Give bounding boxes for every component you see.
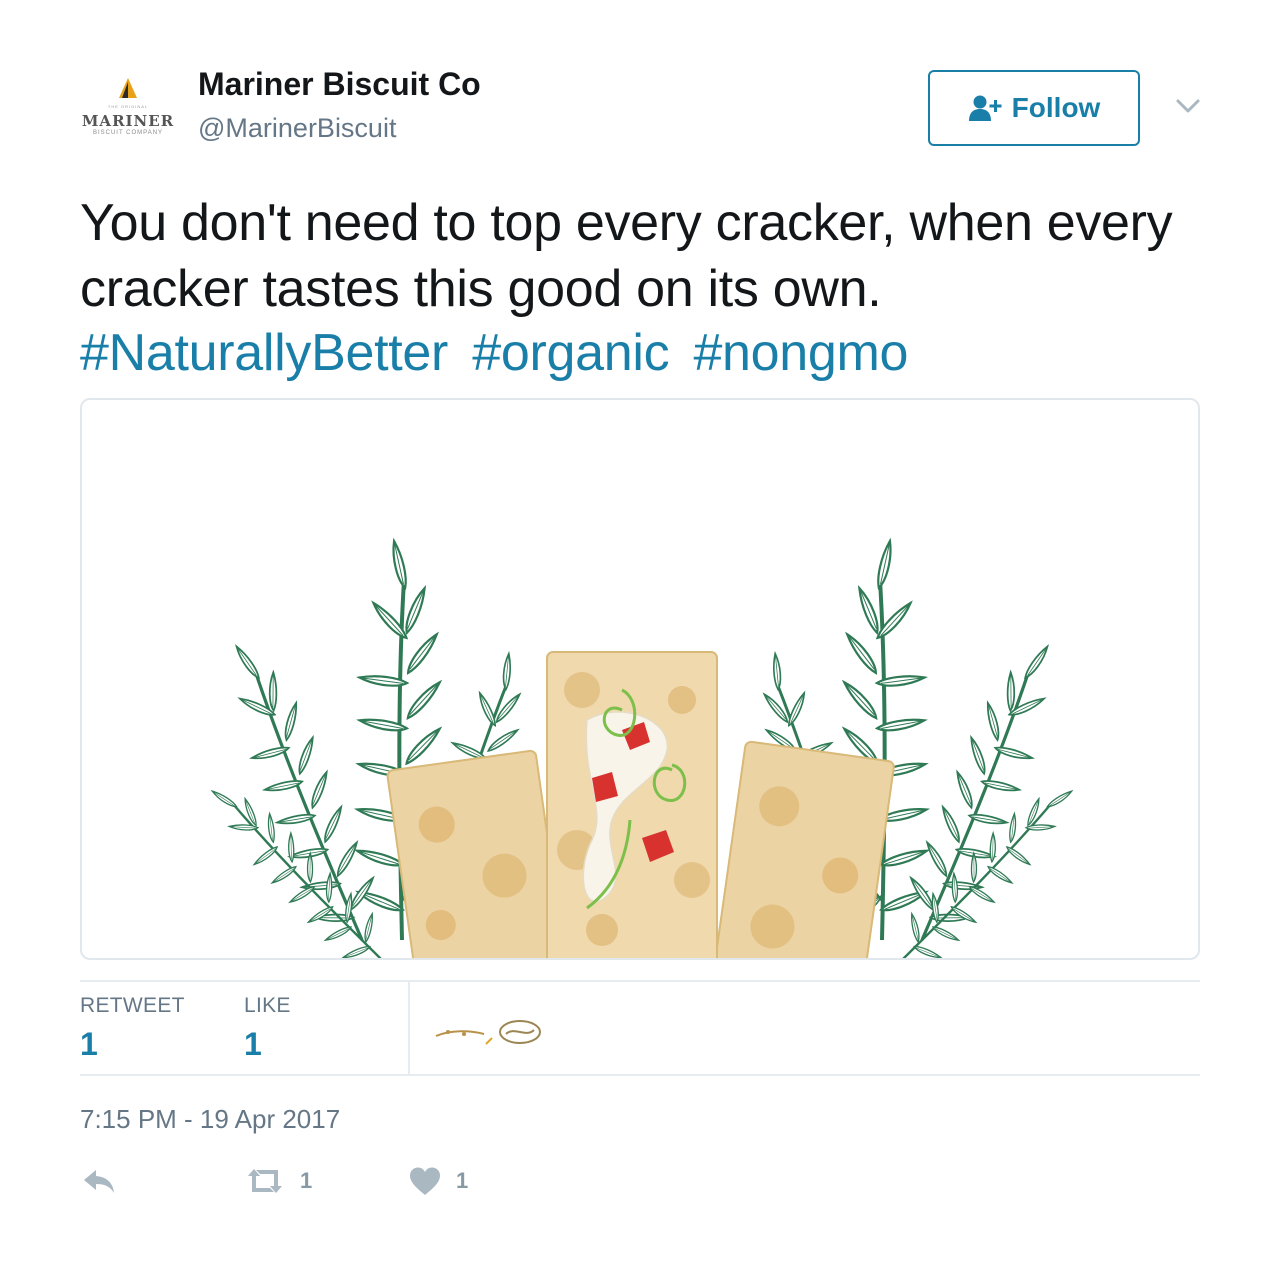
retweet-button[interactable]: 1 (244, 1166, 312, 1196)
hashtag-link[interactable]: #NaturallyBetter (80, 324, 448, 382)
avatar-brand-name: MARINER (81, 112, 175, 130)
retweet-stat[interactable]: RETWEET 1 (80, 994, 185, 1063)
hashtags: #NaturallyBetter #organic #nongmo (80, 320, 918, 386)
follow-button[interactable]: Follow (928, 70, 1140, 146)
hashtag-link[interactable]: #nongmo (693, 324, 908, 382)
account-name[interactable]: Mariner Biscuit Co (198, 66, 481, 103)
avatar-tagline: THE ORIGINAL (107, 104, 149, 109)
like-button[interactable]: 1 (408, 1166, 468, 1196)
retweet-count: 1 (300, 1168, 313, 1193)
like-stat-count: 1 (244, 1026, 262, 1062)
sailboat-logo-icon (119, 78, 137, 98)
crackers-illustration (82, 400, 1198, 958)
retweet-stat-label: RETWEET (80, 994, 185, 1017)
tweet-card: THE ORIGINAL MARINER BISCUIT COMPANY Mar… (0, 0, 1280, 1266)
tweet-media-image[interactable] (80, 398, 1200, 960)
reply-button[interactable] (80, 1166, 118, 1196)
like-stat-label: LIKE (244, 994, 291, 1017)
tweet-text: You don't need to top every cracker, whe… (80, 194, 1173, 318)
like-stat[interactable]: LIKE 1 (244, 994, 291, 1063)
liker-avatar[interactable] (499, 1020, 541, 1044)
reply-icon (84, 1170, 114, 1193)
liker-avatar[interactable] (435, 1030, 493, 1045)
chevron-down-icon[interactable] (1172, 94, 1204, 118)
tweet-stats: RETWEET 1 LIKE 1 (80, 980, 1200, 1076)
heart-icon (410, 1167, 440, 1195)
tweet-timestamp[interactable]: 7:15 PM - 19 Apr 2017 (80, 1104, 340, 1135)
tweet-actions: 1 1 (80, 1166, 680, 1206)
liker-avatars[interactable] (430, 1012, 550, 1052)
avatar[interactable]: THE ORIGINAL MARINER BISCUIT COMPANY (80, 72, 176, 144)
account-handle[interactable]: @MarinerBiscuit (198, 113, 396, 144)
retweet-stat-count: 1 (80, 1026, 98, 1062)
follow-button-label: Follow (1011, 92, 1101, 123)
like-count: 1 (456, 1168, 469, 1193)
avatar-brand-sub: BISCUIT COMPANY (92, 130, 164, 136)
stats-divider (408, 982, 410, 1076)
hashtag-link[interactable]: #organic (472, 324, 669, 382)
add-user-icon (968, 95, 1002, 121)
retweet-icon (248, 1169, 282, 1193)
